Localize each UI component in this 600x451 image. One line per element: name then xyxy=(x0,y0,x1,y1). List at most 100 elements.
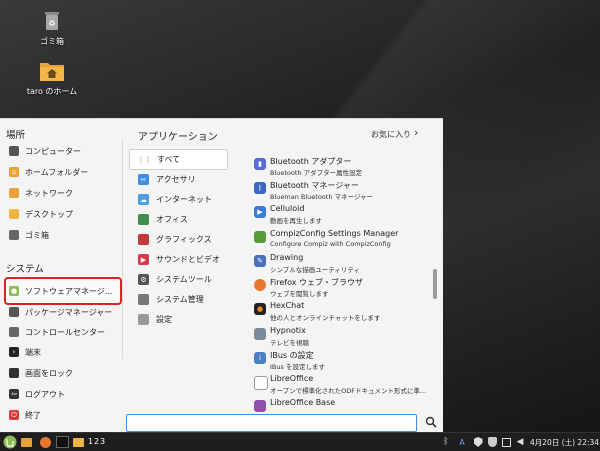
app-description: Blueman Bluetooth マネージャー xyxy=(270,193,374,201)
category-system-tools[interactable]: ⚙ システムツール xyxy=(129,270,226,289)
app-name: IBus の設定 xyxy=(270,351,314,360)
applications-title: アプリケーション xyxy=(138,132,218,143)
software-manager-icon: ● xyxy=(9,286,19,296)
app-libreoffice[interactable]: LibreOffice オープンで標準化されたODFドキュメント形式に準... xyxy=(254,374,434,398)
app-name: Drawing xyxy=(270,253,304,262)
desktop-trash-label: ゴミ箱 xyxy=(40,37,64,46)
system-item-label: ログアウト xyxy=(25,389,65,399)
sound-video-icon: ▶ xyxy=(138,254,149,265)
app-description: 他の人とオンラインチャットをします xyxy=(270,314,381,322)
hypnotix-icon xyxy=(254,328,266,340)
system-item-software-manager[interactable]: ● ソフトウェアマネージ... xyxy=(4,277,122,305)
system-item-logout[interactable]: ⇦ ログアウト xyxy=(6,384,118,404)
category-office[interactable]: オフィス xyxy=(129,210,226,229)
network-icon[interactable] xyxy=(500,435,512,449)
system-item-label: 端末 xyxy=(25,347,41,357)
category-label: すべて xyxy=(157,155,181,164)
app-bluetooth-adapter[interactable]: ▮ Bluetooth アダプター Bluetooth アダプター属性設定 xyxy=(254,156,434,180)
places-item-label: ネットワーク xyxy=(25,188,73,198)
internet-icon: ☁ xyxy=(138,194,149,205)
ibus-icon: i xyxy=(254,352,266,364)
app-name: LibreOffice Base xyxy=(270,398,336,407)
compiz-icon xyxy=(254,231,266,243)
system-item-terminal[interactable]: › 端末 xyxy=(6,342,118,362)
category-label: インターネット xyxy=(156,195,212,204)
desktop-trash[interactable]: ♻ ゴミ箱 xyxy=(17,8,87,47)
app-ibus-settings[interactable]: i IBus の設定 IBus を設定します xyxy=(254,350,434,374)
places-item-network[interactable]: ネットワーク xyxy=(6,183,118,203)
system-item-package-manager[interactable]: パッケージマネージャー xyxy=(6,302,118,322)
libreoffice-base-icon xyxy=(254,400,266,412)
libreoffice-icon xyxy=(254,376,268,390)
app-drawing[interactable]: ✎ Drawing シンプルな描画ユーティリティ xyxy=(254,253,434,277)
search-input[interactable] xyxy=(126,414,417,432)
app-hypnotix[interactable]: Hypnotix テレビを視聴 xyxy=(254,326,434,350)
clock[interactable]: 4月20日 (土) 22:34 xyxy=(530,437,599,448)
mint-logo-icon xyxy=(3,435,17,449)
category-graphics[interactable]: グラフィックス xyxy=(129,230,226,249)
places-item-computer[interactable]: コンピューター xyxy=(6,141,118,161)
places-item-trash[interactable]: ゴミ箱 xyxy=(6,225,118,245)
system-item-shutdown[interactable]: ⏻ 終了 xyxy=(6,405,118,425)
category-label: グラフィックス xyxy=(156,235,212,244)
desktop-home-folder[interactable]: taro のホーム xyxy=(17,60,87,97)
favorites-link[interactable]: お気に入り xyxy=(371,129,411,140)
bluetooth-icon[interactable]: ᛒ xyxy=(440,435,452,449)
administration-icon xyxy=(138,294,149,305)
input-method-indicator[interactable]: A xyxy=(456,435,468,449)
files-launcher[interactable] xyxy=(71,435,85,449)
places-item-label: コンピューター xyxy=(25,146,81,156)
category-internet[interactable]: ☁ インターネット xyxy=(129,190,226,209)
system-title: システム xyxy=(6,264,44,275)
terminal-launcher[interactable] xyxy=(55,435,69,449)
folder-icon xyxy=(20,437,32,447)
desktop-home-label: taro のホーム xyxy=(26,87,78,96)
trash-icon: ♻ xyxy=(45,12,59,30)
app-compizconfig[interactable]: CompizConfig Settings Manager Configure … xyxy=(254,229,434,253)
chevron-right-icon[interactable]: › xyxy=(414,126,418,139)
accessories-icon: ✂ xyxy=(138,174,149,185)
places-item-label: ホームフォルダー xyxy=(25,167,89,177)
update-manager-icon[interactable] xyxy=(472,435,484,449)
category-administration[interactable]: システム管理 xyxy=(129,290,226,309)
drawing-icon: ✎ xyxy=(254,255,266,267)
bluetooth-adapter-icon: ▮ xyxy=(254,158,266,170)
shield-icon[interactable] xyxy=(486,435,498,449)
system-item-control-center[interactable]: コントロールセンター xyxy=(6,322,118,342)
workspace-2[interactable]: 2 xyxy=(94,437,99,446)
volume-icon[interactable]: ◀ xyxy=(514,435,526,449)
category-settings[interactable]: 設定 xyxy=(129,310,226,329)
category-sound-video[interactable]: ▶ サウンドとビデオ xyxy=(129,250,226,269)
column-separator xyxy=(122,139,123,359)
show-desktop-button[interactable] xyxy=(19,435,33,449)
app-name: LibreOffice xyxy=(270,374,314,383)
computer-icon xyxy=(9,146,19,156)
menu-button[interactable] xyxy=(2,435,18,449)
places-item-label: ゴミ箱 xyxy=(25,230,49,240)
system-item-label: パッケージマネージャー xyxy=(25,307,113,317)
firefox-launcher[interactable] xyxy=(38,435,52,449)
app-libreoffice-base[interactable]: LibreOffice Base xyxy=(254,398,434,412)
places-item-home[interactable]: ⌂ ホームフォルダー xyxy=(6,162,118,182)
system-tools-icon: ⚙ xyxy=(138,274,149,285)
workspace-3[interactable]: 3 xyxy=(100,437,105,446)
office-icon xyxy=(138,214,149,225)
apps-scrollbar-thumb[interactable] xyxy=(433,269,437,299)
category-all[interactable]: ⋮⋮ すべて xyxy=(129,149,228,170)
app-hexchat[interactable]: ● HexChat 他の人とオンラインチャットをします xyxy=(254,301,434,325)
app-firefox[interactable]: Firefox ウェブ・ブラウザ ウェブを閲覧します xyxy=(254,277,434,301)
places-title: 場所 xyxy=(6,130,26,141)
category-accessories[interactable]: ✂ アクセサリ xyxy=(129,170,226,189)
system-item-lock-screen[interactable]: 画面をロック xyxy=(6,363,118,383)
app-bluetooth-manager[interactable]: ᛒ Bluetooth マネージャー Blueman Bluetooth マネー… xyxy=(254,180,434,204)
desktop-folder-icon xyxy=(9,209,19,219)
home-folder-icon xyxy=(40,63,64,81)
category-label: アクセサリ xyxy=(156,175,196,184)
terminal-icon xyxy=(55,436,69,448)
search-icon[interactable] xyxy=(425,416,437,428)
app-celluloid[interactable]: ▶ Celluloid 動画を再生します xyxy=(254,204,434,228)
places-item-desktop[interactable]: デスクトップ xyxy=(6,204,118,224)
bottom-panel: 1 2 3 ᛒ A ◀ 4月20日 (土) 22:34 xyxy=(0,432,600,451)
workspace-1[interactable]: 1 xyxy=(88,437,93,446)
control-center-icon xyxy=(9,327,19,337)
